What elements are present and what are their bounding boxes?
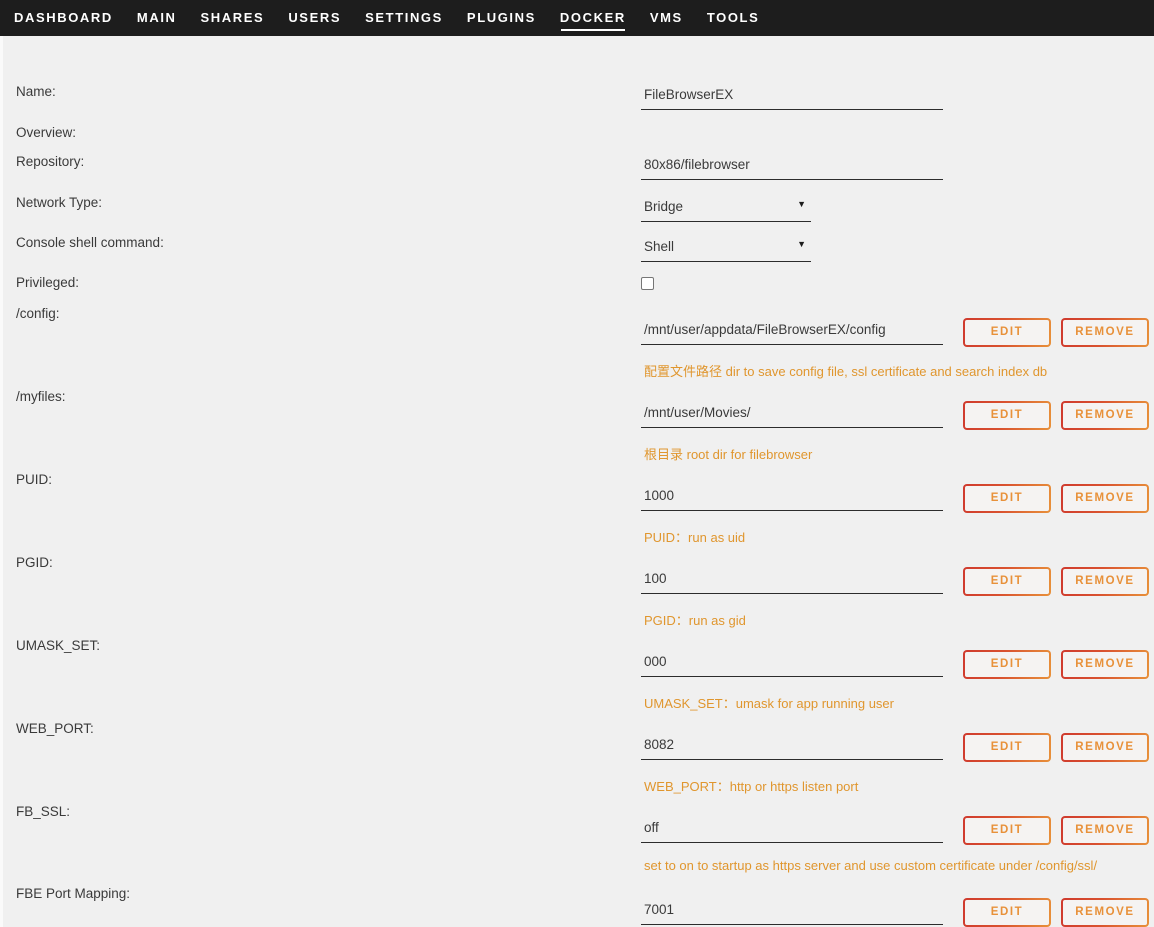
field-wrapper-config <box>641 319 943 345</box>
remove-button-puid[interactable]: REMOVE <box>1061 484 1149 513</box>
edit-button-pgid[interactable]: EDIT <box>963 567 1051 596</box>
nav-item-docker[interactable]: DOCKER <box>548 0 638 36</box>
field-label-fbe-port-mapping: FBE Port Mapping: <box>16 886 131 901</box>
checkbox-privileged[interactable] <box>641 277 654 290</box>
input-config[interactable] <box>641 319 943 345</box>
edit-button-myfiles[interactable]: EDIT <box>963 401 1051 430</box>
field-label-network-type: Network Type: <box>16 195 103 210</box>
field-label-name: Name: <box>16 84 56 99</box>
edit-button-fbe-port-mapping[interactable]: EDIT <box>963 898 1051 927</box>
field-wrapper-network-type: BridgeHostNoneCustom▼ <box>641 196 811 222</box>
field-label-fb-ssl: FB_SSL: <box>16 804 71 819</box>
input-puid[interactable] <box>641 485 943 511</box>
input-myfiles[interactable] <box>641 402 943 428</box>
input-name[interactable] <box>641 84 943 110</box>
help-text-config: 配置文件路径 dir to save config file, ssl cert… <box>644 364 1048 379</box>
input-fb-ssl[interactable] <box>641 817 943 843</box>
field-label-pgid: PGID: <box>16 555 53 570</box>
edit-button-fb-ssl[interactable]: EDIT <box>963 816 1051 845</box>
remove-button-fbe-port-mapping[interactable]: REMOVE <box>1061 898 1149 927</box>
field-wrapper-name <box>641 84 943 110</box>
field-label-web-port: WEB_PORT: <box>16 721 94 736</box>
field-wrapper-umask-set <box>641 651 943 677</box>
edit-button-umask-set[interactable]: EDIT <box>963 650 1051 679</box>
nav-item-tools[interactable]: TOOLS <box>695 0 772 36</box>
field-label-overview: Overview: <box>16 125 77 140</box>
nav-item-plugins[interactable]: PLUGINS <box>455 0 548 36</box>
remove-button-myfiles[interactable]: REMOVE <box>1061 401 1149 430</box>
remove-button-config[interactable]: REMOVE <box>1061 318 1149 347</box>
select-wrapper-network-type: BridgeHostNoneCustom▼ <box>641 196 811 222</box>
field-label-privileged: Privileged: <box>16 275 80 290</box>
nav-item-shares[interactable]: SHARES <box>189 0 277 36</box>
input-web-port[interactable] <box>641 734 943 760</box>
input-repository[interactable] <box>641 154 943 180</box>
field-label-myfiles: /myfiles: <box>16 389 66 404</box>
field-label-puid: PUID: <box>16 472 53 487</box>
help-text-puid: PUID：run as uid <box>644 530 746 545</box>
field-label-repository: Repository: <box>16 154 85 169</box>
help-text-myfiles: 根目录 root dir for filebrowser <box>644 447 813 462</box>
field-label-config: /config: <box>16 306 60 321</box>
select-console-shell-command[interactable]: ShellBash <box>641 236 811 262</box>
nav-item-main[interactable]: MAIN <box>125 0 189 36</box>
docker-container-settings-form: Name: Overview: Repository: Network Type: Br… <box>0 36 1154 927</box>
edit-button-config[interactable]: EDIT <box>963 318 1051 347</box>
input-fbe-port-mapping[interactable] <box>641 899 943 925</box>
nav-item-users[interactable]: USERS <box>276 0 353 36</box>
input-umask-set[interactable] <box>641 651 943 677</box>
select-wrapper-console-shell-command: ShellBash▼ <box>641 236 811 262</box>
select-network-type[interactable]: BridgeHostNoneCustom <box>641 196 811 222</box>
edit-button-puid[interactable]: EDIT <box>963 484 1051 513</box>
field-wrapper-repository <box>641 154 943 180</box>
help-text-pgid: PGID：run as gid <box>644 613 746 628</box>
field-wrapper-puid <box>641 485 943 511</box>
nav-item-vms[interactable]: VMS <box>638 0 695 36</box>
remove-button-umask-set[interactable]: REMOVE <box>1061 650 1149 679</box>
help-text-umask-set: UMASK_SET：umask for app running user <box>644 696 894 711</box>
field-label-umask-set: UMASK_SET: <box>16 638 101 653</box>
input-pgid[interactable] <box>641 568 943 594</box>
field-wrapper-myfiles <box>641 402 943 428</box>
field-wrapper-fbe-port-mapping <box>641 899 943 925</box>
nav-item-settings[interactable]: SETTINGS <box>353 0 455 36</box>
remove-button-web-port[interactable]: REMOVE <box>1061 733 1149 762</box>
edit-button-web-port[interactable]: EDIT <box>963 733 1051 762</box>
nav-item-dashboard[interactable]: DASHBOARD <box>2 0 125 36</box>
field-wrapper-pgid <box>641 568 943 594</box>
field-wrapper-fb-ssl <box>641 817 943 843</box>
field-wrapper-privileged <box>641 277 654 290</box>
field-label-console-shell-command: Console shell command: <box>16 235 164 250</box>
field-wrapper-web-port <box>641 734 943 760</box>
help-text-fb-ssl: set to on to startup as https server and… <box>644 858 1098 873</box>
remove-button-pgid[interactable]: REMOVE <box>1061 567 1149 596</box>
remove-button-fb-ssl[interactable]: REMOVE <box>1061 816 1149 845</box>
help-text-web-port: WEB_PORT：http or https listen port <box>644 779 859 794</box>
field-wrapper-console-shell-command: ShellBash▼ <box>641 236 811 262</box>
main-navigation-bar: DASHBOARD MAIN SHARES USERS SETTINGS PLUGINS D… <box>0 0 1154 36</box>
